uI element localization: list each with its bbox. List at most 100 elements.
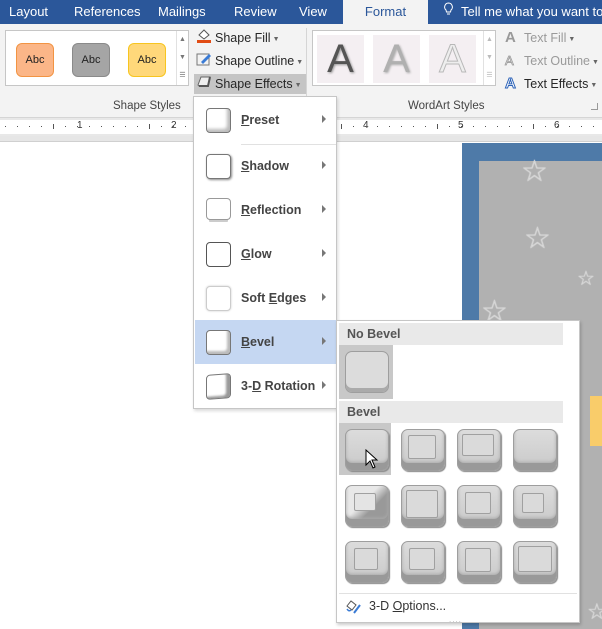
ruler-mark <box>461 126 462 127</box>
menu-item-3d-rotation[interactable]: 3-D Rotation <box>195 364 336 408</box>
no-bevel-header: No Bevel <box>339 323 563 345</box>
tab-view[interactable]: View <box>299 0 327 24</box>
shape-style-preset[interactable]: Abc <box>16 43 54 77</box>
bevel-icon <box>206 330 231 355</box>
menu-item-preset[interactable]: Preset <box>195 98 336 142</box>
tell-me-search[interactable]: Tell me what you want to d <box>443 0 602 24</box>
tab-layout[interactable]: Layout <box>9 0 48 24</box>
bevel-option[interactable] <box>507 423 559 475</box>
chevron-down-icon: ▼ <box>590 82 598 89</box>
mouse-cursor-icon <box>365 449 379 469</box>
tab-references[interactable]: References <box>74 0 140 24</box>
tab-format[interactable]: Format <box>343 0 428 24</box>
menu-item-soft-edges[interactable]: Soft Edges <box>195 276 336 320</box>
chevron-right-icon <box>322 161 326 169</box>
ruler-mark <box>401 126 402 127</box>
bevel-option[interactable] <box>395 423 447 475</box>
lightbulb-icon <box>443 0 455 24</box>
wordart-styles-gallery[interactable]: A A A ▲ ▼ ☰ <box>312 30 496 86</box>
bevel-option[interactable] <box>451 479 503 531</box>
menu-item-reflection[interactable]: Reflection <box>195 188 336 232</box>
ruler-mark <box>485 126 486 127</box>
bevel-option[interactable] <box>507 479 559 531</box>
bevel-option[interactable] <box>395 535 447 587</box>
shape-style-preset[interactable]: Abc <box>128 43 166 77</box>
chevron-right-icon <box>322 205 326 213</box>
star-decoration-icon: ☆ <box>587 599 602 624</box>
ruler-mark <box>509 126 510 127</box>
resize-grip[interactable]: .... <box>449 615 462 624</box>
bevel-option[interactable] <box>339 479 391 531</box>
shape-outline-button[interactable]: Shape Outline ▼ <box>196 51 303 71</box>
wordart-preset[interactable]: A <box>317 35 364 83</box>
chevron-right-icon <box>322 381 326 389</box>
wordart-styles-group-label: WordArt Styles <box>408 100 485 112</box>
ruler-mark <box>341 124 342 129</box>
chevron-right-icon <box>322 293 326 301</box>
no-bevel-option[interactable] <box>339 345 393 399</box>
ruler-mark <box>101 126 102 127</box>
chevron-right-icon <box>322 115 326 123</box>
menu-item-glow[interactable]: Glow <box>195 232 336 276</box>
ruler-mark <box>533 124 534 129</box>
ruler-mark <box>29 126 30 127</box>
gallery-more-icon[interactable]: ☰ <box>177 67 188 85</box>
ruler-mark <box>425 126 426 127</box>
tab-mailings[interactable]: Mailings <box>158 0 206 24</box>
gallery-more-icon[interactable]: ☰ <box>484 67 495 85</box>
bevel-option[interactable] <box>395 479 447 531</box>
shape-effects-menu: Preset Shadow Reflection Glow Soft Edges… <box>193 96 337 409</box>
ruler-mark <box>53 124 54 129</box>
gallery-scroll-up-icon[interactable]: ▲ <box>484 31 495 49</box>
wordart-preset[interactable]: A <box>373 35 420 83</box>
shape-fill-button[interactable]: Shape Fill ▼ <box>196 28 280 48</box>
ruler-mark <box>545 126 546 127</box>
text-outline-button[interactable]: A Text Outline ▼ <box>505 51 599 71</box>
soft-edges-icon <box>206 286 231 311</box>
gallery-scrollbar: ▲ ▼ ☰ <box>483 31 495 85</box>
bevel-submenu: No Bevel Bevel 3-D Options... .... <box>336 320 580 624</box>
bevel-option[interactable] <box>339 535 391 587</box>
bevel-option[interactable] <box>451 535 503 587</box>
menu-item-bevel[interactable]: Bevel <box>195 320 336 364</box>
text-fill-icon: A <box>505 29 516 46</box>
reflection-icon <box>206 198 231 220</box>
ruler-mark <box>437 124 438 129</box>
3d-options-link[interactable]: 3-D Options... <box>339 593 577 617</box>
ruler-mark <box>149 124 150 129</box>
gallery-scroll-up-icon[interactable]: ▲ <box>177 31 188 49</box>
ruler-mark <box>365 126 366 127</box>
bevel-option[interactable] <box>451 423 503 475</box>
wordart-preset[interactable]: A <box>429 35 476 83</box>
shape-style-preset[interactable]: Abc <box>72 43 110 77</box>
shape-effects-button[interactable]: Shape Effects ▼ <box>194 74 306 94</box>
star-decoration-icon: ☆ <box>521 155 548 188</box>
dialog-launcher-icon[interactable] <box>591 103 598 110</box>
tab-review[interactable]: Review <box>234 0 277 24</box>
ruler-mark <box>137 126 138 127</box>
bevel-header: Bevel <box>339 401 563 423</box>
text-outline-icon: A <box>505 53 514 69</box>
ruler-mark <box>389 126 390 127</box>
menu-item-shadow[interactable]: Shadow <box>195 144 336 188</box>
text-effects-button[interactable]: A Text Effects ▼ <box>505 74 598 94</box>
glow-icon <box>206 242 231 267</box>
chevron-down-icon: ▼ <box>272 36 280 43</box>
ruler-mark <box>413 126 414 127</box>
ribbon-tab-bar: Layout References Mailings Review View F… <box>0 0 602 24</box>
bevel-option[interactable] <box>507 535 559 587</box>
paint-bucket-icon <box>196 28 212 43</box>
preset-icon <box>206 108 231 133</box>
gallery-scroll-down-icon[interactable]: ▼ <box>484 49 495 67</box>
chevron-down-icon: ▼ <box>296 59 304 66</box>
ruler-mark <box>557 126 558 127</box>
ruler-mark <box>125 126 126 127</box>
shape-styles-gallery[interactable]: Abc Abc Abc ▲ ▼ ☰ <box>5 30 189 86</box>
shadow-icon <box>206 154 231 179</box>
text-effects-icon: A <box>505 75 517 93</box>
ruler-mark <box>473 126 474 127</box>
gallery-scroll-down-icon[interactable]: ▼ <box>177 49 188 67</box>
ruler-mark <box>581 126 582 127</box>
text-fill-button[interactable]: A Text Fill ▼ <box>505 28 575 48</box>
ruler-mark <box>497 126 498 127</box>
